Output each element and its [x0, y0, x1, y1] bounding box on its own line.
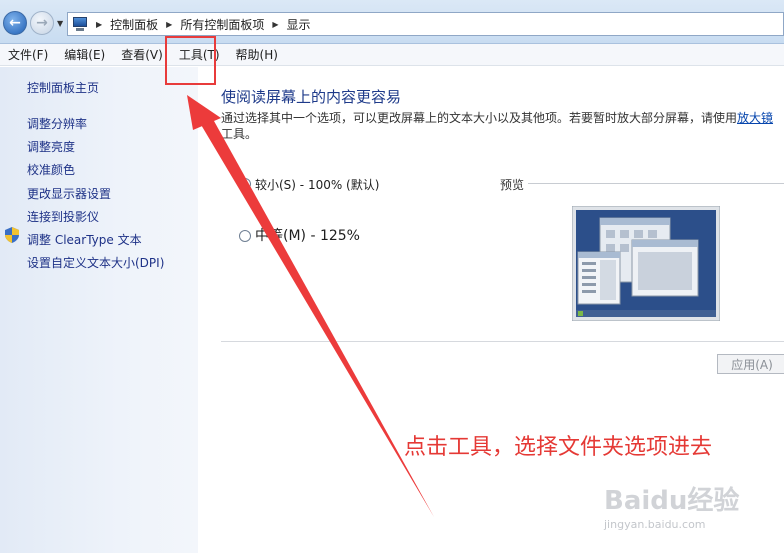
chevron-right-icon[interactable]: ▶ [272, 20, 278, 29]
breadcrumb-item[interactable]: 控制面板 [110, 16, 158, 33]
option-smaller-label[interactable]: 较小(S) - 100% (默认) [255, 176, 379, 193]
uac-shield-icon [5, 227, 19, 243]
description-tail: 工具。 [221, 127, 258, 141]
address-bar: ← → ▼ ▶ 控制面板 ▶ 所有控制面板项 ▶ 显示 [0, 0, 784, 44]
back-button[interactable]: ← [3, 11, 27, 35]
apply-button[interactable]: 应用(A) [717, 354, 784, 374]
menu-help[interactable]: 帮助(H) [228, 46, 286, 63]
tools-menu-highlight-box [165, 36, 216, 85]
sidebar-item-projector[interactable]: 连接到投影仪 [27, 208, 99, 225]
option-smaller-radio[interactable] [239, 178, 251, 190]
forward-arrow-icon: → [36, 15, 48, 31]
control-panel-icon [72, 17, 88, 31]
forward-button[interactable]: → [30, 11, 54, 35]
section-divider [221, 341, 784, 342]
preview-divider [528, 183, 784, 184]
sidebar-item-display-settings[interactable]: 更改显示器设置 [27, 185, 111, 202]
page-description: 通过选择其中一个选项，可以更改屏幕上的文本大小以及其他项。若要暂时放大部分屏幕，… [221, 110, 781, 142]
baidu-watermark-url: jingyan.baidu.com [604, 518, 706, 531]
breadcrumb-item[interactable]: 显示 [287, 16, 311, 33]
menu-view[interactable]: 查看(V) [113, 46, 171, 63]
annotation-text: 点击工具，选择文件夹选项进去 [404, 435, 713, 460]
menu-file[interactable]: 文件(F) [0, 46, 56, 63]
display-preview-image [572, 206, 720, 321]
option-medium-radio[interactable] [239, 230, 251, 242]
baidu-watermark: Baidu经验 [604, 486, 740, 516]
breadcrumb[interactable]: ▶ 控制面板 ▶ 所有控制面板项 ▶ 显示 [67, 12, 784, 36]
sidebar-item-calibrate-color[interactable]: 校准颜色 [27, 161, 75, 178]
preview-label: 预览 [500, 178, 525, 192]
magnifier-link[interactable]: 放大镜 [737, 111, 773, 125]
sidebar: 控制面板主页 调整分辨率 调整亮度 校准颜色 更改显示器设置 连接到投影仪 调整… [0, 67, 198, 553]
sidebar-item-resolution[interactable]: 调整分辨率 [27, 115, 87, 132]
menu-edit[interactable]: 编辑(E) [56, 46, 113, 63]
description-text: 通过选择其中一个选项，可以更改屏幕上的文本大小以及其他项。若要暂时放大部分屏幕，… [221, 111, 738, 125]
option-medium-label[interactable]: 中等(M) - 125% [255, 225, 360, 245]
recent-pages-dropdown-icon[interactable]: ▼ [57, 19, 63, 28]
control-panel-window: ← → ▼ ▶ 控制面板 ▶ 所有控制面板项 ▶ 显示 文件(F) 编辑(E) … [0, 0, 784, 553]
sidebar-item-custom-dpi[interactable]: 设置自定义文本大小(DPI) [27, 254, 164, 271]
breadcrumb-item[interactable]: 所有控制面板项 [180, 16, 264, 33]
chevron-right-icon[interactable]: ▶ [96, 20, 102, 29]
sidebar-control-panel-home[interactable]: 控制面板主页 [27, 79, 99, 96]
menu-bar: 文件(F) 编辑(E) 查看(V) 工具(T) 帮助(H) [0, 44, 784, 66]
sidebar-item-brightness[interactable]: 调整亮度 [27, 138, 75, 155]
page-title: 使阅读屏幕上的内容更容易 [221, 88, 402, 106]
chevron-right-icon[interactable]: ▶ [166, 20, 172, 29]
back-arrow-icon: ← [9, 15, 21, 31]
sidebar-item-cleartype[interactable]: 调整 ClearType 文本 [27, 231, 142, 248]
